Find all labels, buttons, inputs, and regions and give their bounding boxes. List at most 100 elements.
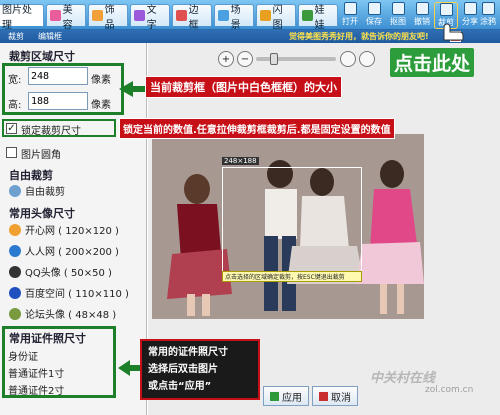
click-here-callout: 点击此处: [390, 48, 475, 77]
arrow-to-id-note: [118, 360, 142, 376]
apply-label: 应用: [282, 392, 302, 404]
cutout-button[interactable]: 抠图: [386, 2, 410, 29]
save-icon: [367, 2, 381, 15]
renren-icon: [9, 244, 21, 257]
arrow-to-size-note: [119, 81, 145, 97]
tab-image-processing[interactable]: 图片处理: [0, 4, 44, 31]
tab-label: 美容: [62, 4, 73, 31]
avatar-option-forum[interactable]: 论坛头像 ( 48×48 ): [9, 306, 116, 321]
cancel-button[interactable]: 取消: [312, 386, 358, 406]
rounded-corner-label: 图片圆角: [21, 150, 61, 161]
scene-icon: [218, 10, 229, 21]
qq-penguin-icon: [9, 265, 21, 278]
tab-scene[interactable]: 场景: [214, 4, 254, 31]
cutout-icon: [391, 2, 405, 15]
avatar-option-label: 人人网 ( 200×200 ): [25, 247, 119, 258]
lock-size-checkbox[interactable]: ✓: [6, 123, 17, 134]
id-note-line3: 或点击“应用”: [148, 381, 212, 392]
id-note-line2: 选择后双击图片: [148, 364, 218, 375]
free-crop-option[interactable]: 自由裁剪: [9, 183, 65, 198]
height-label: 高:: [8, 100, 22, 111]
tab-label: 饰品: [104, 4, 115, 31]
folder-icon: [343, 2, 357, 15]
doodle-label: 涂鸦: [480, 17, 496, 26]
zol-watermark: 中关村在线: [370, 371, 436, 386]
share-icon: [463, 2, 477, 15]
open-button[interactable]: 打开: [338, 2, 362, 29]
crop-selection-box[interactable]: [222, 167, 362, 277]
main-tab-bar: 图片处理 美容 饰品 文字 边框 场景 闪图 娃娃 打开 保存 抠图 撤销 裁剪…: [0, 0, 500, 31]
tab-label: 娃娃: [314, 4, 325, 31]
crop-hint-tooltip: 点击选择的区域确定裁剪，按ESC键退出裁剪: [222, 271, 362, 282]
tab-label: 文字: [146, 4, 157, 31]
editor-title-bar: 裁剪 编辑框 觉得美图秀秀好用，就告诉你的朋友吧! ×: [0, 30, 500, 43]
editor-box-label: 编辑框: [38, 32, 62, 41]
id-photo-note: 常用的证件照尺寸 选择后双击图片 或点击“应用”: [140, 339, 260, 400]
doodle-button[interactable]: 涂鸦: [476, 2, 500, 29]
person-icon: [9, 184, 21, 197]
id-option-2inch[interactable]: 普通证件2寸: [8, 382, 64, 397]
avatar-size-title: 常用头像尺寸: [9, 207, 75, 220]
crop-size-tag: 248×188: [222, 157, 259, 165]
id-option-1inch[interactable]: 普通证件1寸: [8, 365, 64, 380]
accessories-icon: [92, 10, 103, 21]
promo-text[interactable]: 觉得美图秀秀好用，就告诉你的朋友吧!: [289, 31, 429, 42]
forum-icon: [9, 307, 21, 320]
save-button[interactable]: 保存: [362, 2, 386, 29]
zoom-slider[interactable]: [256, 53, 336, 65]
undo-label: 撤销: [414, 17, 430, 26]
width-input[interactable]: [28, 67, 88, 85]
avatar-option-label: 论坛头像 ( 48×48 ): [25, 310, 117, 321]
tab-text[interactable]: 文字: [130, 4, 170, 31]
height-unit: 像素: [91, 100, 111, 111]
doll-icon: [302, 10, 313, 21]
zoom-controls: + −: [218, 50, 384, 68]
tab-label: 边框: [188, 4, 199, 31]
apply-button[interactable]: 应用: [263, 386, 309, 406]
rounded-corner-checkbox[interactable]: [6, 147, 17, 158]
cancel-icon: [319, 391, 328, 401]
scissors-icon: [439, 3, 453, 16]
id-option-idcard[interactable]: 身份证: [8, 348, 38, 363]
width-label: 宽:: [8, 75, 22, 86]
beauty-icon: [50, 10, 61, 21]
zoom-out-button[interactable]: −: [237, 51, 253, 67]
tab-accessories[interactable]: 饰品: [88, 4, 128, 31]
save-label: 保存: [366, 17, 382, 26]
avatar-option-baidu[interactable]: 百度空间 ( 110×110 ): [9, 285, 129, 300]
kaixin-icon: [9, 223, 21, 236]
avatar-option-label: 开心网 ( 120×120 ): [25, 226, 119, 237]
undo-button[interactable]: 撤销: [410, 2, 434, 29]
height-input[interactable]: [28, 92, 88, 110]
crop-box-note: 当前裁剪框（图片中白色框框）的大小: [145, 76, 342, 98]
avatar-option-qq[interactable]: QQ头像 ( 50×50 ): [9, 264, 112, 279]
hand-pointer-icon: [443, 23, 464, 41]
id-photo-title: 常用证件照尺寸: [9, 332, 86, 345]
tab-flash[interactable]: 闪图: [256, 4, 296, 31]
border-icon: [176, 10, 187, 21]
cutout-label: 抠图: [390, 17, 406, 26]
tab-label: 闪图: [272, 4, 283, 31]
tab-label: 图片处理: [2, 4, 32, 31]
check-icon: [270, 391, 279, 401]
tab-doll[interactable]: 娃娃: [298, 4, 338, 31]
zoom-slider-knob[interactable]: [270, 53, 278, 65]
flash-icon: [260, 10, 271, 21]
baidu-paw-icon: [9, 286, 21, 299]
id-note-line1: 常用的证件照尺寸: [148, 347, 228, 358]
lock-size-label: 锁定裁剪尺寸: [21, 126, 81, 137]
lock-note: 锁定当前的数值.任意拉伸裁剪框裁剪后.都是固定设置的数值: [119, 118, 395, 139]
width-unit: 像素: [91, 75, 111, 86]
tab-beauty[interactable]: 美容: [46, 4, 86, 31]
avatar-option-renren[interactable]: 人人网 ( 200×200 ): [9, 243, 119, 258]
fit-button[interactable]: [340, 51, 356, 67]
crop-mode-label: 裁剪: [8, 32, 24, 41]
cancel-label: 取消: [331, 392, 351, 404]
avatar-option-kaixin[interactable]: 开心网 ( 120×120 ): [9, 222, 119, 237]
zoom-in-button[interactable]: +: [218, 51, 234, 67]
undo-icon: [415, 2, 429, 15]
doodle-icon: [481, 2, 495, 15]
tab-border[interactable]: 边框: [172, 4, 212, 31]
zol-url-watermark: zol.com.cn: [425, 385, 474, 395]
actual-size-button[interactable]: [359, 51, 375, 67]
